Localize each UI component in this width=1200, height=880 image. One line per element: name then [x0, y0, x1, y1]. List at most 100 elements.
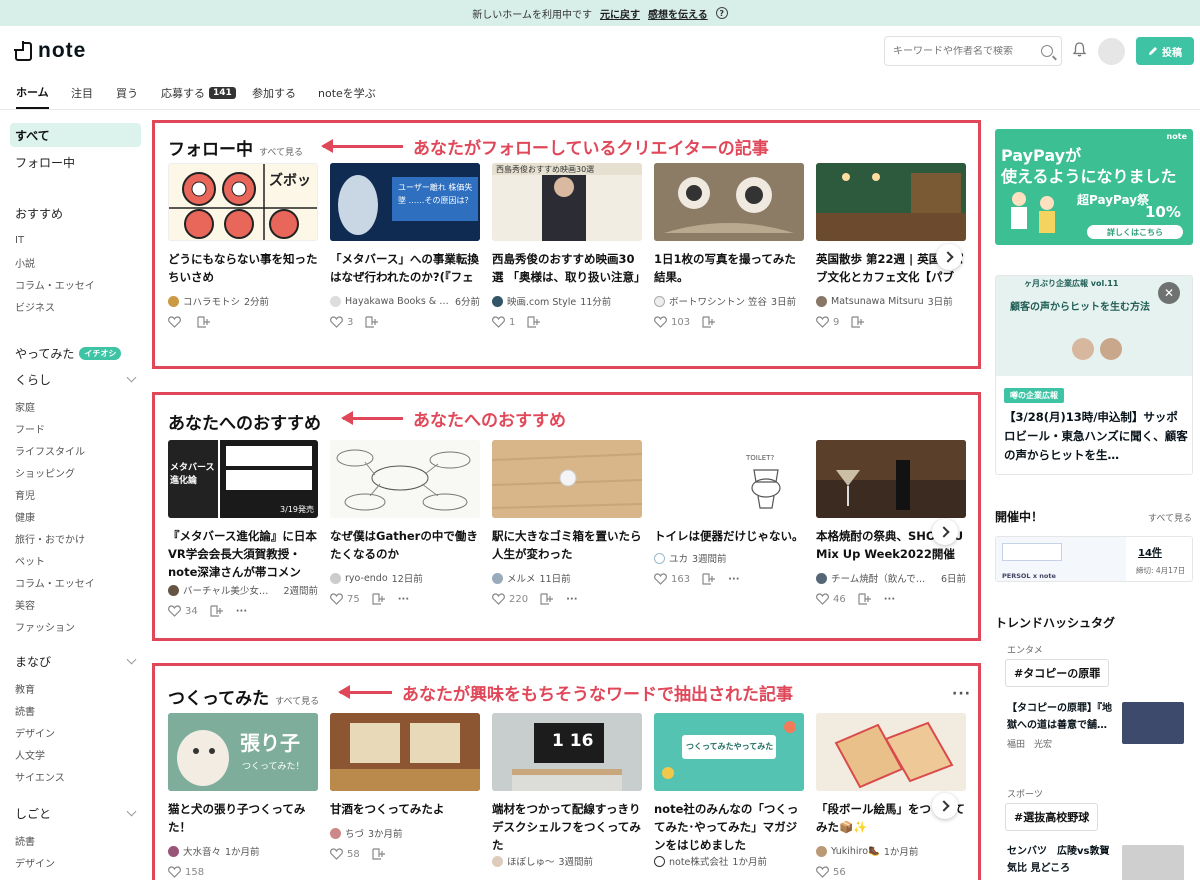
article-title[interactable]: 『メタバース進化論』に日本VR学会会長大須賀教授・note深津さんが帯コメント…: [168, 527, 318, 581]
sidebar-item[interactable]: 読書: [10, 701, 141, 719]
more-options-icon[interactable]: ···: [236, 606, 247, 617]
sidebar-head-manabi[interactable]: まなび: [10, 653, 141, 670]
article-thumbnail[interactable]: TOILET?: [654, 440, 804, 518]
article-title[interactable]: 猫と犬の張り子つくってみた！: [168, 800, 318, 836]
like-button[interactable]: 56: [816, 866, 846, 878]
sidebar-head-shigoto[interactable]: しごと: [10, 805, 141, 822]
sidebar-item[interactable]: ペット: [10, 551, 141, 569]
carousel-next-button[interactable]: [936, 244, 962, 270]
article-card[interactable]: TOILET? トイレは便器だけじゃない。 ユカ 3週間前 163 ···: [654, 440, 804, 585]
trend-article-title[interactable]: 【タコピーの原罪】『地獄への道は善意で舗…: [1007, 700, 1117, 734]
sidebar-item[interactable]: コラム・エッセイ: [10, 573, 141, 591]
see-all-link[interactable]: すべて見る: [275, 694, 319, 707]
article-thumbnail[interactable]: [330, 440, 480, 518]
article-thumbnail[interactable]: [330, 713, 480, 791]
article-title[interactable]: なぜ僕はGatherの中で働きたくなるのか: [330, 527, 480, 563]
author[interactable]: 映画.com Style 11分前: [492, 294, 642, 308]
see-all-link[interactable]: すべて見る: [259, 145, 303, 158]
see-all-link[interactable]: すべて見る: [1148, 511, 1192, 524]
article-thumbnail[interactable]: [816, 440, 966, 518]
article-title[interactable]: 駅に大きなゴミ箱を置いたら人生が変わった: [492, 527, 642, 563]
sidebar-item[interactable]: 美容: [10, 595, 141, 613]
sidebar-item-following[interactable]: フォロー中: [10, 153, 141, 171]
like-button[interactable]: 58: [330, 848, 360, 860]
feedback-link[interactable]: 感想を伝える: [648, 6, 708, 21]
article-title[interactable]: 西島秀俊のおすすめ映画30選 「奥様は、取り扱い注意」金曜ロードショー放…: [492, 250, 642, 286]
sidebar-head-recommend[interactable]: おすすめ: [10, 205, 141, 222]
article-card[interactable]: 1日1枚の写真を撮ってみた結果。 ボートワシントン 笠谷 3日前 103: [654, 163, 804, 328]
revert-link[interactable]: 元に戻す: [600, 6, 640, 21]
magazine-add-icon[interactable]: [372, 593, 386, 605]
more-options-icon[interactable]: ···: [884, 594, 895, 605]
tab-buy[interactable]: 買う: [116, 76, 138, 109]
search-icon[interactable]: [1041, 45, 1053, 57]
article-thumbnail[interactable]: 西島秀俊おすすめ映画30選: [492, 163, 642, 241]
magazine-add-icon[interactable]: [372, 848, 386, 860]
article-thumbnail[interactable]: つくってみたやってみた: [654, 713, 804, 791]
author[interactable]: ちづ 3か月前: [330, 826, 480, 840]
like-button[interactable]: 103: [654, 316, 690, 328]
tab-featured[interactable]: 注目: [71, 76, 93, 109]
sidebar-item[interactable]: フード: [10, 419, 141, 437]
author[interactable]: note株式会社 1か月前: [654, 854, 804, 868]
like-button[interactable]: 34: [168, 605, 198, 617]
magazine-add-icon[interactable]: [702, 316, 716, 328]
paypay-ad-banner[interactable]: note PayPayが 使えるようになりました 超PayPay祭 10% 詳し…: [995, 129, 1193, 245]
magazine-add-icon[interactable]: [851, 316, 865, 328]
article-card[interactable]: 1 16 端材をつかって配線すっきりデスクシェルフをつくってみた ほぼしゅ〜 3週…: [492, 713, 642, 868]
like-button[interactable]: 1: [492, 316, 515, 328]
search-box[interactable]: [884, 36, 1062, 66]
article-thumbnail[interactable]: ズボッ: [168, 163, 318, 241]
article-thumbnail[interactable]: 1 16: [492, 713, 642, 791]
article-card[interactable]: つくってみたやってみた note社のみんなの「つくってみた･やってみた」マガジン…: [654, 713, 804, 868]
sidebar-item[interactable]: 健康: [10, 507, 141, 525]
article-thumbnail[interactable]: [492, 440, 642, 518]
sidebar-item[interactable]: 小説: [10, 253, 141, 271]
more-options-icon[interactable]: ···: [952, 686, 971, 702]
more-options-icon[interactable]: ···: [566, 594, 577, 605]
magazine-add-icon[interactable]: [210, 605, 224, 617]
sidebar-item[interactable]: デザイン: [10, 723, 141, 741]
sidebar-head-yattemita[interactable]: やってみた イチオシ: [10, 345, 141, 362]
author[interactable]: ユカ 3週間前: [654, 551, 804, 565]
sidebar-item[interactable]: 読書: [10, 831, 141, 849]
author[interactable]: コハラモトシ 2分前: [168, 294, 318, 308]
sidebar-head-kurashi[interactable]: くらし: [10, 371, 141, 388]
author[interactable]: 大水音々 1か月前: [168, 844, 318, 858]
sidebar-item[interactable]: ビジネス: [10, 297, 141, 315]
sidebar-item[interactable]: デザイン: [10, 853, 141, 871]
author[interactable]: バーチャル美少女… 2週間前: [168, 583, 318, 597]
chevron-down-icon[interactable]: [126, 806, 137, 817]
article-card[interactable]: メタバース進化論 3/19発売 『メタバース進化論』に日本VR学会会長大須賀教授…: [168, 440, 318, 617]
author[interactable]: Yukihiro🥾 1か月前: [816, 844, 966, 858]
author[interactable]: ほぼしゅ〜 3週間前: [492, 854, 642, 868]
logo[interactable]: note: [14, 39, 86, 63]
article-thumbnail[interactable]: [654, 163, 804, 241]
more-options-icon[interactable]: ···: [398, 594, 409, 605]
chevron-down-icon[interactable]: [126, 654, 137, 665]
sidebar-item[interactable]: ライフスタイル: [10, 441, 141, 459]
sidebar-item[interactable]: 教育: [10, 679, 141, 697]
author[interactable]: Hayakawa Books & … 6分前: [330, 294, 480, 308]
user-avatar[interactable]: [1098, 38, 1125, 65]
article-thumbnail[interactable]: [816, 163, 966, 241]
article-card[interactable]: 駅に大きなゴミ箱を置いたら人生が変わった メルメ 11日前 220 ···: [492, 440, 642, 605]
like-button[interactable]: 3: [330, 316, 353, 328]
sidebar-item[interactable]: ショッピング: [10, 463, 141, 481]
article-card[interactable]: ズボッ どうにもならない事を知った ちいさめ コハラモトシ 2分前: [168, 163, 318, 328]
like-button[interactable]: 220: [492, 593, 528, 605]
article-title[interactable]: 「メタバース」への事業転換はなぜ行われたのか?(『フェイスブックの失墜』ダイ…: [330, 250, 480, 286]
like-button[interactable]: 163: [654, 573, 690, 585]
sidebar-item[interactable]: サイエンス: [10, 767, 141, 785]
tab-home[interactable]: ホーム: [16, 76, 49, 109]
magazine-add-icon[interactable]: [702, 573, 716, 585]
like-button[interactable]: [168, 316, 185, 328]
help-icon[interactable]: ?: [715, 7, 728, 19]
carousel-next-button[interactable]: [932, 519, 958, 545]
more-options-icon[interactable]: ···: [728, 574, 739, 585]
article-card[interactable]: 西島秀俊おすすめ映画30選 西島秀俊のおすすめ映画30選 「奥様は、取り扱い注意…: [492, 163, 642, 328]
trend-thumbnail[interactable]: [1122, 845, 1184, 880]
event-card[interactable]: PERSOL x note 14件 締切: 4月17日: [995, 536, 1193, 582]
article-card[interactable]: なぜ僕はGatherの中で働きたくなるのか ryo-endo 12日前 75 ··…: [330, 440, 480, 605]
article-title[interactable]: 1日1枚の写真を撮ってみた結果。: [654, 250, 804, 286]
